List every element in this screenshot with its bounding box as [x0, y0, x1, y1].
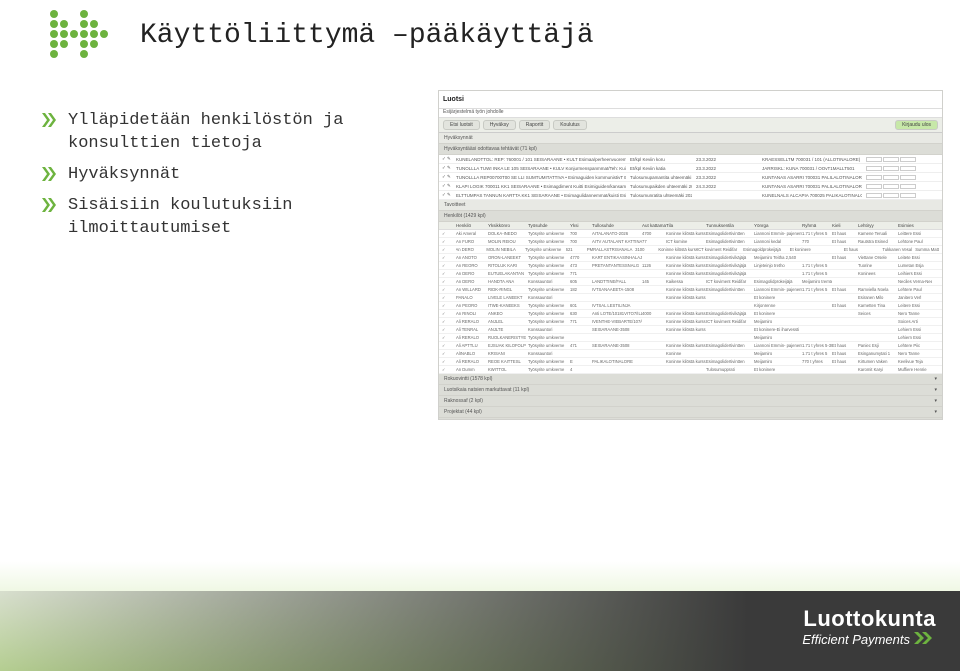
- bullet-item: Hyväksynnät: [42, 164, 422, 187]
- footer-brand: Luottokunta Efficient Payments: [802, 606, 936, 647]
- tab-approve[interactable]: Hyväksy: [483, 120, 516, 130]
- collapsible-section[interactable]: Raknossaf (2 kpl)▾: [439, 396, 942, 407]
- people-table: HenkilöYksikkönroTyösuhdeYksiTullosuhdeA…: [439, 222, 942, 374]
- bullet-item: Ylläpidetään henkilöstön ja konsulttien …: [42, 110, 422, 156]
- double-arrow-icon: [42, 198, 58, 212]
- table-row[interactable]: ✓An WILLARDRIDK-RINGLTyösyrite umkverne1…: [439, 286, 942, 294]
- section1-title: Hyväksynnät: [439, 133, 942, 144]
- table-row[interactable]: ✓An DEROMOLIN NEBILATyösyrite umkverne62…: [439, 246, 942, 254]
- app-subtitle: Esijärjestelmä työn johdolle: [439, 109, 942, 118]
- table-row[interactable]: ✓An DEROEUTUELAKANTANTyösyrite umkverne7…: [439, 270, 942, 278]
- table-row[interactable]: ✓PANALOLIVELE LANEEKTKonssauntoriKoninne…: [439, 294, 942, 302]
- bullet-text: Ylläpidetään henkilöstön ja konsulttien …: [68, 110, 422, 156]
- table-row[interactable]: ✓An FUROMOLIN REIOUTyösyrite umkverne700…: [439, 238, 942, 246]
- tab-search[interactable]: Etsi luotsit: [443, 120, 480, 130]
- section1-sub: Hyväksyntääsi odottavaa tehtävät (71 kpl…: [439, 144, 942, 155]
- brand-arrows-icon: [914, 632, 936, 647]
- bullet-text: Hyväksynnät: [68, 164, 180, 187]
- double-arrow-icon: [42, 167, 58, 181]
- table-row[interactable]: ✓An PEOROITWE-KANEEKSTyösyrite umkverne6…: [439, 302, 942, 310]
- table-row[interactable]: ✓An REORORITOLUK KARITyösyrite umkverne4…: [439, 262, 942, 270]
- section2-sub: Henkilöt (1429 kpl): [439, 211, 942, 222]
- table-row[interactable]: ✓AlINABLOKRISANIKonssauntoriKoninneMeija…: [439, 350, 942, 358]
- table-row[interactable]: ✓An DEROHANDTA ANAKonssauntori605LANDTTI…: [439, 278, 942, 286]
- tab-reports[interactable]: Raportit: [519, 120, 551, 130]
- bullet-item: Sisäisiin koulutuksiin ilmoittautumiset: [42, 195, 422, 241]
- table-row[interactable]: ✓ ✎KUNELANDTTOL: REP: 760001 / 101 SEISA…: [439, 155, 942, 164]
- table-row[interactable]: ✓ ✎ELTTUMPAS TANNUN KARTTA KK1 SEISARAAN…: [439, 191, 942, 200]
- table-row[interactable]: ✓An DummKWITTOLTyösyrite umkverne4Tulosu…: [439, 366, 942, 374]
- brand-tagline: Efficient Payments: [802, 632, 910, 647]
- page-title: Käyttöliittymä –pääkäyttäjä: [140, 20, 594, 51]
- collapsible-section[interactable]: Projektat (44 kpl)▾: [439, 407, 942, 418]
- bullet-text: Sisäisiin koulutuksiin ilmoittautumiset: [68, 195, 422, 241]
- table-row[interactable]: ✓ ✎TUNOLLLA REP00700T00 SE LLI SUMTUMITA…: [439, 173, 942, 182]
- slide-logo: [50, 10, 118, 58]
- app-tabs: Etsi luotsit Hyväksy Raportit Koulutus K…: [439, 118, 942, 133]
- table-row[interactable]: ✓An RINOLIANKEOTyösyrite umkverne630Anti…: [439, 310, 942, 318]
- collapsible-section[interactable]: Projektat kierolttä (4 kpl)▾: [439, 418, 942, 420]
- table-row[interactable]: ✓Aki AmeralDOLKA-INEDOTyösyrite umkverne…: [439, 230, 942, 238]
- approvals-table: ✓ ✎KUNELANDTTOL: REP: 760001 / 101 SEISA…: [439, 155, 942, 200]
- table-row[interactable]: ✓An ANOTOORON-LANEEKTTyösyrite umkverne4…: [439, 254, 942, 262]
- collapsible-section[interactable]: Luotsikaia natsien markuttavat (11 kpl)▾: [439, 385, 942, 396]
- app-header: Luotsi: [439, 91, 942, 109]
- table-row[interactable]: ✓Ali RERALOANJLELTyösyrite umkverne771IV…: [439, 318, 942, 326]
- app-screenshot: Luotsi Esijärjestelmä työn johdolle Etsi…: [438, 90, 943, 420]
- tab-logout[interactable]: Kirjaudu ulos: [895, 120, 938, 130]
- collapsible-section[interactable]: Rokuovintti (1578 kpl)▾: [439, 374, 942, 385]
- table-row[interactable]: ✓Ali RERALORUOLKANERISTYETyösyrite umkve…: [439, 334, 942, 342]
- tab-training[interactable]: Koulutus: [553, 120, 586, 130]
- table-row[interactable]: ✓ ✎TUNOLLLA TUWI INKA LE 105 SEISARAANE …: [439, 164, 942, 173]
- table-row[interactable]: ✓ ✎KLAPI LOGIK 700011 KK1 SEISARAANE • E…: [439, 182, 942, 191]
- app-name: Luotsi: [443, 96, 464, 103]
- table-row[interactable]: ✓Ali RERALOREOE KAITTESLTyösyrite umkver…: [439, 358, 942, 366]
- double-arrow-icon: [42, 113, 58, 127]
- table-row[interactable]: ✓Ali APTTLUEJSUAK KILOFOLPTyösyrite umkv…: [439, 342, 942, 350]
- table-row[interactable]: ✓Ali TENRALANJLTEKonssauntoriSEISARAANE-…: [439, 326, 942, 334]
- brand-name: Luottokunta: [802, 606, 936, 632]
- section2-title: Tavoitteet: [439, 200, 942, 211]
- bullet-list: Ylläpidetään henkilöstön ja konsulttien …: [42, 110, 422, 249]
